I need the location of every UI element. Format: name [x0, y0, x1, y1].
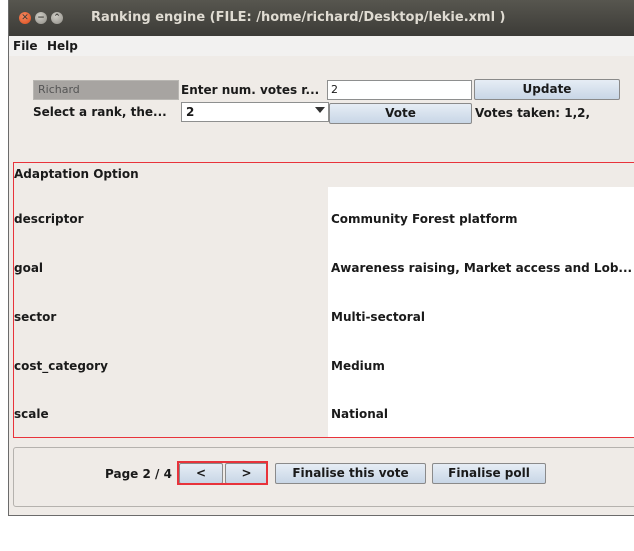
attribute-key: goal	[14, 261, 44, 275]
attribute-key: scale	[14, 407, 49, 421]
attribute-value: Community Forest platform	[331, 212, 518, 226]
app-window: ✕ − ⌃ Ranking engine (FILE: /home/richar…	[8, 0, 634, 516]
rank-select[interactable]: 2	[181, 102, 329, 122]
name-input[interactable]: Richard	[33, 80, 179, 100]
maximize-window-button[interactable]: ⌃	[51, 12, 63, 24]
attribute-value: Multi-sectoral	[331, 310, 425, 324]
attribute-row: cost_category Medium	[14, 354, 634, 378]
attribute-key: descriptor	[14, 212, 84, 226]
attribute-value: Awareness raising, Market access and Lob…	[331, 261, 633, 275]
page-indicator: Page 2 / 4	[105, 467, 172, 481]
rank-select-value: 2	[186, 105, 195, 119]
update-button[interactable]: Update	[474, 79, 620, 100]
panel-title: Adaptation Option	[14, 167, 139, 181]
vote-button[interactable]: Vote	[329, 103, 472, 124]
attribute-value: National	[331, 407, 388, 421]
finalise-poll-button[interactable]: Finalise poll	[432, 463, 546, 484]
finalise-vote-button[interactable]: Finalise this vote	[275, 463, 426, 484]
votes-count-label: Enter num. votes r...	[181, 83, 320, 97]
attribute-key: cost_category	[14, 359, 108, 373]
adaptation-option-panel: Adaptation Option descriptor Community F…	[13, 162, 634, 438]
votes-count-input[interactable]: 2	[327, 80, 472, 100]
menu-bar: File Help	[9, 36, 634, 56]
attribute-key: sector	[14, 310, 57, 324]
title-bar: ✕ − ⌃ Ranking engine (FILE: /home/richar…	[9, 0, 634, 36]
attribute-row: sector Multi-sectoral	[14, 305, 634, 329]
attribute-row: scale National	[14, 402, 634, 426]
rank-label: Select a rank, the...	[33, 105, 167, 119]
chevron-down-icon[interactable]	[315, 107, 325, 113]
minimize-window-button[interactable]: −	[35, 12, 47, 24]
votes-taken-status: Votes taken: 1,2,	[475, 106, 591, 120]
attribute-value: Medium	[331, 359, 385, 373]
menu-file[interactable]: File	[13, 39, 38, 53]
close-window-button[interactable]: ✕	[19, 12, 31, 24]
nav-buttons-highlight	[177, 461, 268, 485]
attribute-row: goal Awareness raising, Market access an…	[14, 256, 634, 280]
attribute-row: descriptor Community Forest platform	[14, 207, 634, 231]
window-title: Ranking engine (FILE: /home/richard/Desk…	[91, 10, 506, 25]
menu-help[interactable]: Help	[47, 39, 78, 53]
